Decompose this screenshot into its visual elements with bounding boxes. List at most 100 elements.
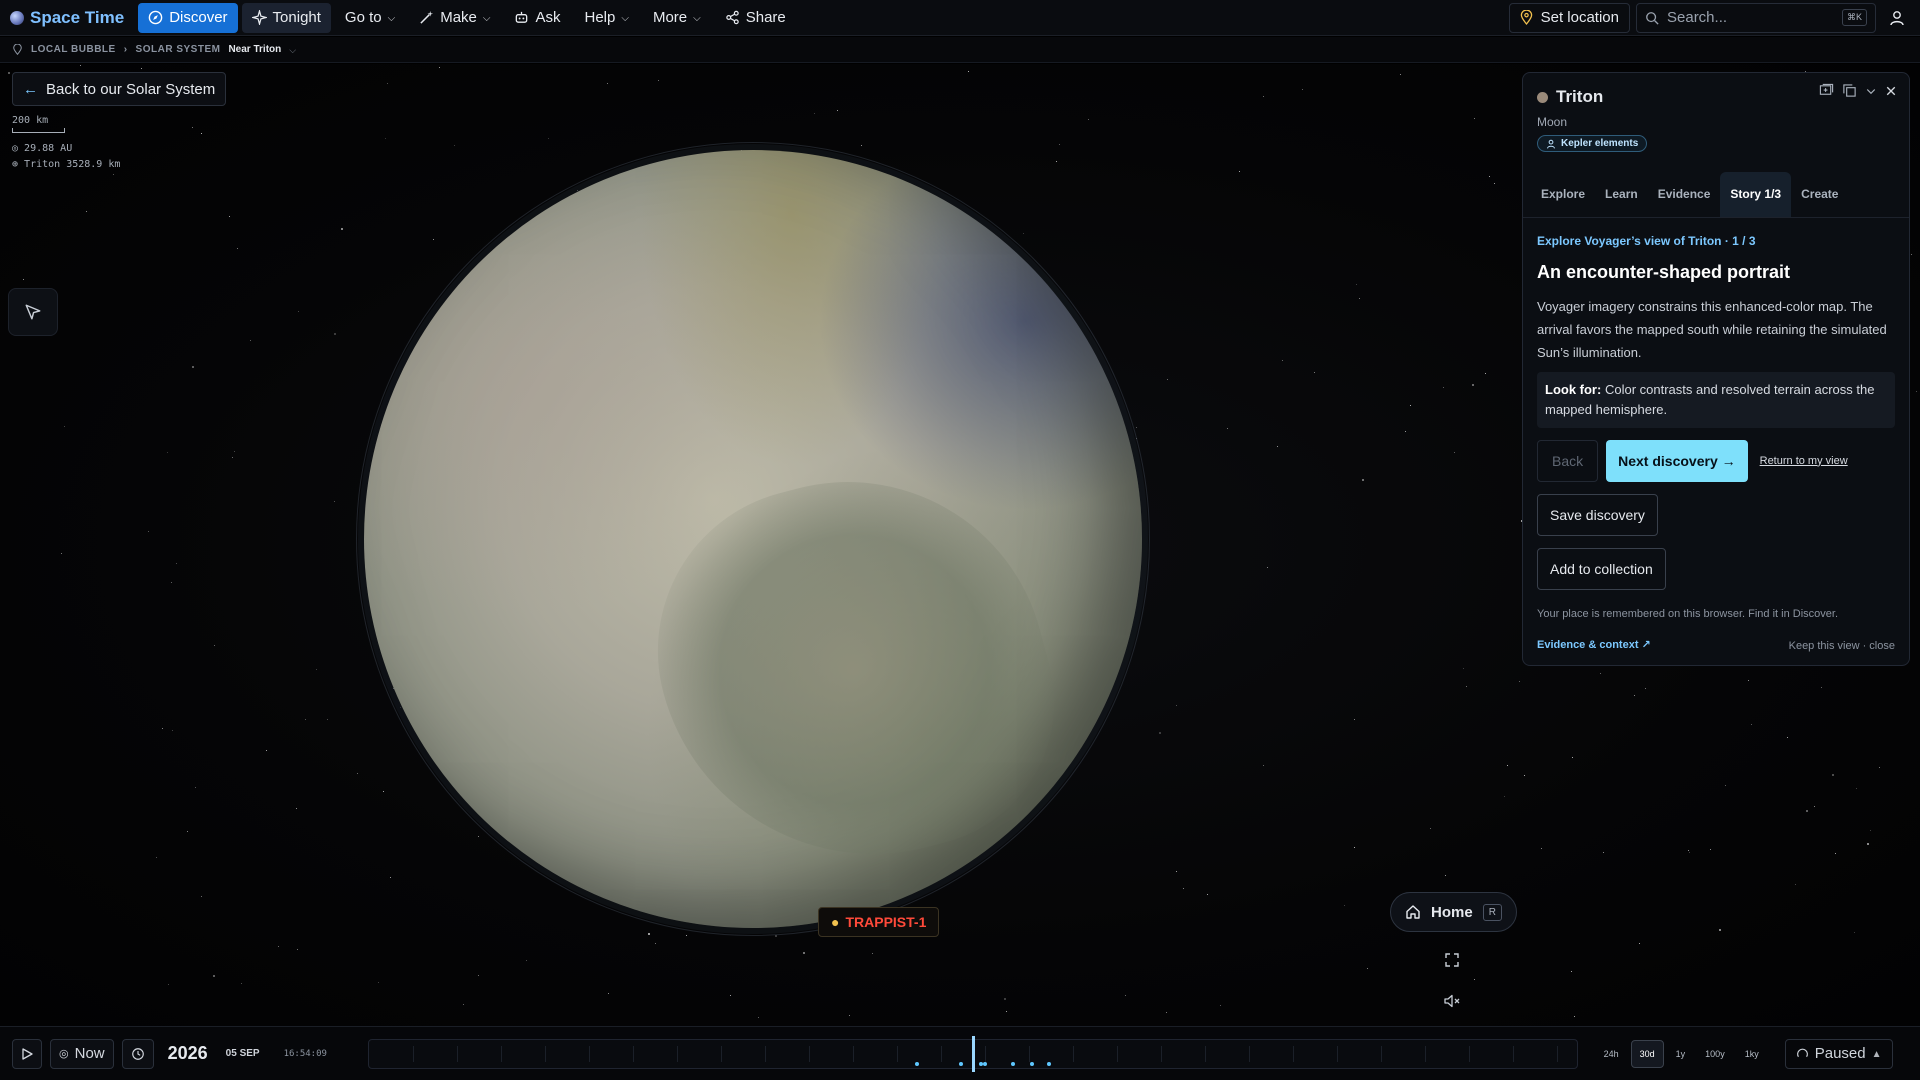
- range-100y[interactable]: 100y: [1697, 1040, 1733, 1068]
- pointer-tool-button[interactable]: [8, 288, 58, 336]
- triton-moon[interactable]: [356, 142, 1150, 936]
- timeline-event-marker[interactable]: [1046, 1061, 1051, 1066]
- background-star: [156, 857, 157, 858]
- background-star: [1302, 89, 1303, 90]
- nav-help-menu[interactable]: Help ⌵: [575, 3, 639, 33]
- tab-create[interactable]: Create: [1791, 172, 1848, 217]
- background-star: [463, 1004, 464, 1005]
- timeline-event-marker[interactable]: [1010, 1061, 1015, 1066]
- scale-label: 200 km: [12, 115, 49, 126]
- tab-learn[interactable]: Learn: [1595, 172, 1648, 217]
- tab-explore[interactable]: Explore: [1531, 172, 1595, 217]
- nav-share-button[interactable]: Share: [715, 3, 796, 33]
- background-star: [1911, 254, 1912, 255]
- story-back-button[interactable]: Back: [1537, 439, 1599, 482]
- add-to-collection-button[interactable]: Add to collection: [1537, 547, 1666, 590]
- nav-ask-button[interactable]: Ask: [504, 3, 570, 33]
- nav-tonight-button[interactable]: Tonight: [241, 2, 331, 33]
- kepler-elements-badge[interactable]: Kepler elements: [1537, 135, 1648, 152]
- background-star: [1916, 391, 1917, 392]
- nav-discover-label: Discover: [169, 9, 228, 26]
- history-button[interactable]: [121, 1038, 154, 1069]
- timeline-tick: [1380, 1045, 1382, 1062]
- search-input[interactable]: Search... ⌘K: [1636, 2, 1876, 33]
- background-star: [192, 127, 193, 128]
- collapse-icon[interactable]: [1865, 85, 1877, 97]
- background-star: [187, 831, 188, 832]
- set-location-button[interactable]: Set location: [1508, 2, 1630, 33]
- breadcrumb-separator: ›: [123, 44, 128, 55]
- timeline-scrubber[interactable]: [367, 1035, 1578, 1072]
- save-discovery-button[interactable]: Save discovery: [1537, 493, 1658, 536]
- breadcrumb-item-local-bubble[interactable]: LOCAL BUBBLE: [31, 44, 116, 55]
- background-star: [1856, 788, 1857, 789]
- timeline-event-marker[interactable]: [978, 1061, 983, 1066]
- timeline-event-marker[interactable]: [914, 1061, 919, 1066]
- breadcrumb-item-solar-system[interactable]: SOLAR SYSTEM: [136, 44, 221, 55]
- kepler-elements-label: Kepler elements: [1561, 138, 1639, 149]
- return-to-my-view-link[interactable]: Return to my view: [1760, 455, 1848, 467]
- background-star: [1507, 765, 1508, 766]
- now-button[interactable]: ◎ Now: [50, 1038, 114, 1069]
- timeline-event-marker[interactable]: [958, 1061, 963, 1066]
- background-star: [1748, 680, 1749, 681]
- background-star: [1430, 828, 1431, 829]
- timeline-playhead[interactable]: [971, 1035, 975, 1072]
- play-button[interactable]: [12, 1038, 42, 1069]
- nav-goto-menu[interactable]: Go to ⌵: [335, 3, 405, 33]
- playback-status-button[interactable]: Paused ▲: [1784, 1038, 1893, 1069]
- tab-evidence[interactable]: Evidence: [1648, 172, 1721, 217]
- account-button[interactable]: [1882, 3, 1912, 33]
- breadcrumb-current[interactable]: Near Triton: [228, 44, 281, 55]
- nav-discover-button[interactable]: Discover: [138, 2, 238, 33]
- fullscreen-button[interactable]: [1440, 948, 1464, 972]
- background-star: [478, 975, 479, 976]
- home-icon: [1406, 905, 1420, 919]
- timeline-bar: ◎ Now 2026 05 SEP 16:54:09 24h 30d 1y 10…: [0, 1026, 1920, 1080]
- background-star: [305, 719, 306, 720]
- background-star: [176, 563, 177, 564]
- nav-more-menu[interactable]: More ⌵: [643, 3, 711, 33]
- star-marker-icon: ●: [831, 914, 840, 930]
- nav-share-label: Share: [745, 9, 786, 26]
- keep-view-close-link[interactable]: Keep this view · close: [1789, 640, 1895, 652]
- timeline-event-marker[interactable]: [982, 1061, 987, 1066]
- nav-make-menu[interactable]: Make ⌵: [409, 3, 500, 33]
- back-to-solar-system-button[interactable]: ← Back to our Solar System: [12, 72, 227, 106]
- app-brand[interactable]: Space Time: [8, 8, 130, 28]
- close-icon[interactable]: [1885, 85, 1897, 97]
- top-right-controls: Set location Search... ⌘K: [1508, 2, 1912, 33]
- background-star: [1059, 144, 1060, 145]
- tab-story[interactable]: Story 1/3: [1720, 171, 1792, 217]
- timeline-tick: [852, 1045, 854, 1062]
- trappist-1-marker[interactable]: ● TRAPPIST-1: [818, 907, 940, 937]
- background-star: [454, 145, 455, 146]
- add-bookmark-icon[interactable]: [1819, 83, 1834, 98]
- range-24h[interactable]: 24h: [1596, 1040, 1627, 1068]
- home-button[interactable]: Home R: [1390, 892, 1517, 932]
- nav-tonight-label: Tonight: [272, 9, 321, 26]
- range-30d[interactable]: 30d: [1630, 1039, 1664, 1068]
- next-discovery-button[interactable]: Next discovery →: [1606, 439, 1748, 482]
- range-1ky[interactable]: 1ky: [1737, 1040, 1767, 1068]
- story-heading: An encounter-shaped portrait: [1537, 261, 1791, 282]
- background-star: [278, 946, 279, 947]
- copy-icon[interactable]: [1842, 83, 1857, 98]
- mute-button[interactable]: [1440, 989, 1464, 1013]
- sparkle-icon: [251, 10, 267, 25]
- look-for-label: Look for:: [1545, 381, 1602, 397]
- range-1y[interactable]: 1y: [1668, 1040, 1694, 1068]
- home-label: Home: [1431, 903, 1473, 921]
- chevron-down-icon[interactable]: ⌵: [289, 45, 296, 56]
- evidence-context-link[interactable]: Evidence & context ↗: [1537, 638, 1651, 652]
- timeline-time[interactable]: 16:54:09: [284, 1049, 354, 1059]
- background-star: [1751, 724, 1752, 725]
- background-star: [1524, 775, 1525, 776]
- timeline-year[interactable]: 2026: [168, 1043, 208, 1064]
- timeline-event-marker[interactable]: [1029, 1061, 1034, 1066]
- timeline-tick: [1204, 1045, 1206, 1062]
- background-star: [1603, 852, 1604, 853]
- background-star: [1867, 843, 1869, 845]
- person-icon: [1547, 139, 1555, 149]
- timeline-date[interactable]: 05 SEP: [226, 1048, 260, 1059]
